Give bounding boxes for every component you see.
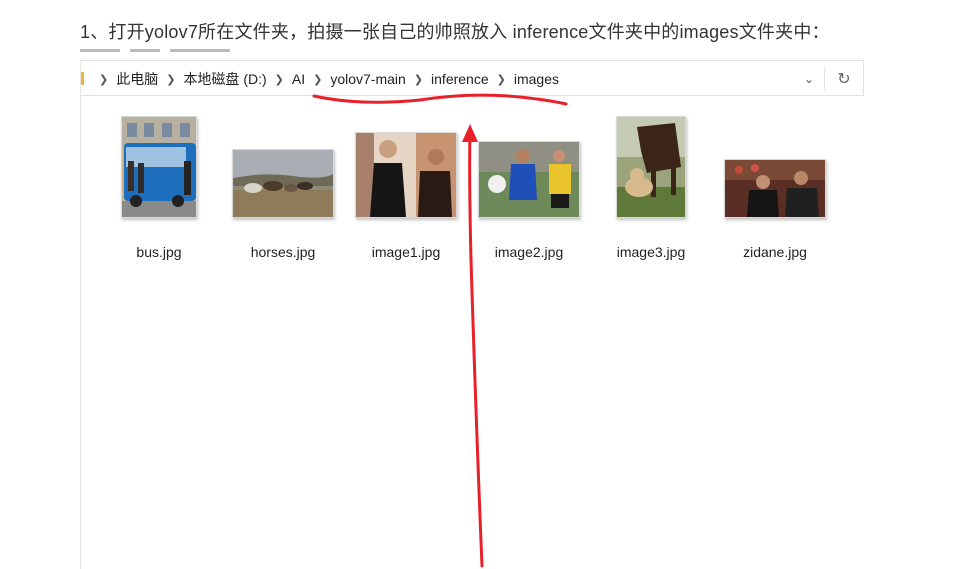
breadcrumb-item-inference[interactable]: inference [431, 71, 489, 87]
thumbnail-image [355, 132, 457, 218]
file-name: image1.jpg [371, 244, 441, 260]
breadcrumb-item-this-pc[interactable]: 此电脑 [116, 69, 158, 89]
file-item-bus[interactable]: bus.jpg [121, 116, 197, 260]
file-name: image3.jpg [616, 244, 686, 260]
cropped-text-line [80, 44, 300, 52]
chevron-right-icon[interactable]: ❯ [414, 73, 423, 86]
file-item-image1[interactable]: image1.jpg [355, 116, 457, 260]
breadcrumb: ❯ 此电脑 ❯ 本地磁盘 (D:) ❯ AI ❯ yolov7-main ❯ i… [91, 61, 559, 97]
file-item-zidane[interactable]: zidane.jpg [724, 116, 826, 260]
breadcrumb-item-images[interactable]: images [514, 71, 559, 87]
breadcrumb-item-yolov7-main[interactable]: yolov7-main [330, 71, 405, 87]
chevron-right-icon[interactable]: ❯ [99, 73, 108, 86]
file-explorer-window: ❯ 此电脑 ❯ 本地磁盘 (D:) ❯ AI ❯ yolov7-main ❯ i… [80, 60, 864, 569]
file-item-horses[interactable]: horses.jpg [232, 116, 334, 260]
file-item-image2[interactable]: image2.jpg [478, 116, 580, 260]
file-name: horses.jpg [250, 244, 316, 260]
file-list: bus.jpg horses.jpg image1.jpg image2.jpg… [81, 96, 864, 296]
thumbnail-image [478, 141, 580, 218]
instruction-text: 1、打开yolov7所在文件夹，拍摄一张自己的帅照放入 inference文件夹… [80, 22, 830, 42]
address-bar[interactable]: ❯ 此电脑 ❯ 本地磁盘 (D:) ❯ AI ❯ yolov7-main ❯ i… [81, 60, 864, 96]
breadcrumb-item-local-disk[interactable]: 本地磁盘 (D:) [183, 69, 266, 89]
thumbnail-image [121, 116, 197, 218]
chevron-down-icon[interactable]: ⌄ [794, 72, 824, 86]
refresh-icon[interactable]: ↻ [825, 69, 863, 89]
chevron-right-icon[interactable]: ❯ [313, 73, 322, 86]
chevron-right-icon[interactable]: ❯ [166, 73, 175, 86]
file-name: zidane.jpg [743, 244, 807, 260]
breadcrumb-item-ai[interactable]: AI [292, 71, 305, 87]
file-name: bus.jpg [136, 244, 182, 260]
thumbnail-image [232, 149, 334, 218]
thumbnail-image [616, 116, 686, 218]
file-item-image3[interactable]: image3.jpg [616, 116, 686, 260]
chevron-right-icon[interactable]: ❯ [275, 73, 284, 86]
chevron-right-icon[interactable]: ❯ [497, 73, 506, 86]
file-name: image2.jpg [494, 244, 564, 260]
thumbnail-image [724, 159, 826, 218]
folder-icon [81, 72, 84, 85]
